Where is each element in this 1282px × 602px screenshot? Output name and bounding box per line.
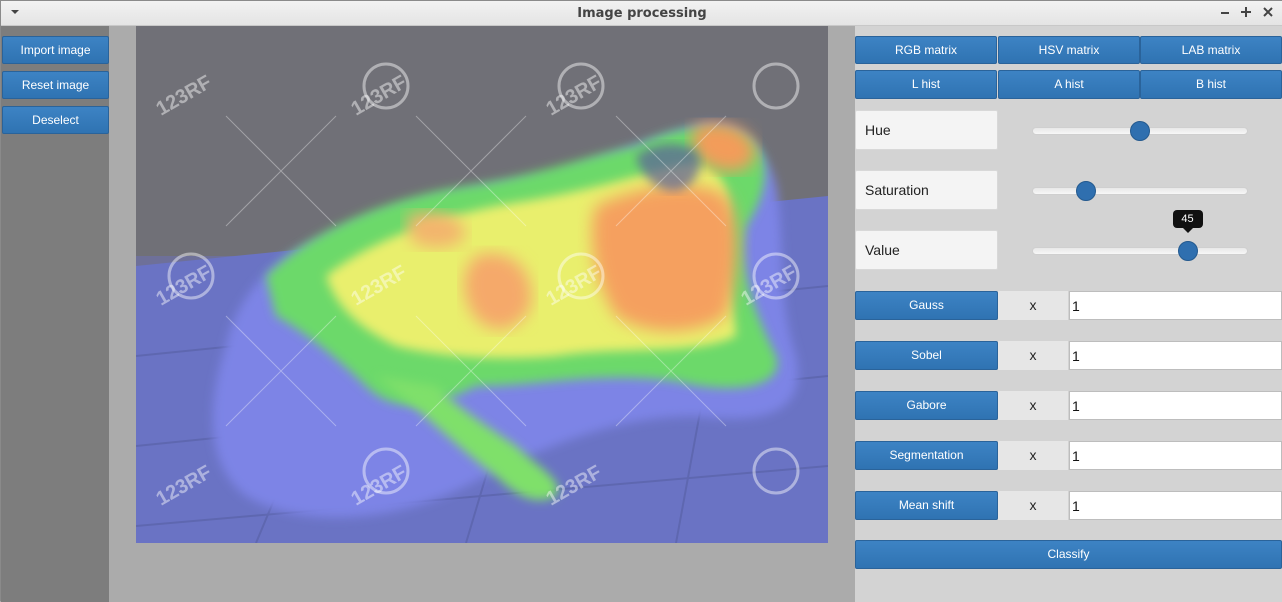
deselect-button[interactable]: Deselect — [2, 106, 109, 134]
processed-image: 123RF 123RF 123RF 123RF 123RF 123RF 123R… — [136, 26, 828, 543]
value-slider-tooltip: 45 — [1172, 210, 1203, 233]
hue-slider-knob[interactable] — [1130, 121, 1150, 141]
segmentation-value-input[interactable] — [1069, 441, 1282, 470]
sobel-button[interactable]: Sobel — [855, 341, 998, 370]
saturation-slider[interactable] — [1032, 187, 1248, 195]
l-hist-button[interactable]: L hist — [855, 70, 997, 99]
reset-image-button[interactable]: Reset image — [2, 71, 109, 99]
gabore-value-input[interactable] — [1069, 391, 1282, 420]
value-label: Value — [855, 230, 998, 270]
saturation-slider-knob[interactable] — [1076, 181, 1096, 201]
sobel-x-label: x — [998, 341, 1068, 370]
gauss-value-input[interactable] — [1069, 291, 1282, 320]
window-title: Image processing — [577, 6, 707, 21]
hue-label: Hue — [855, 110, 998, 150]
hsv-matrix-button[interactable]: HSV matrix — [998, 36, 1140, 64]
gabore-x-label: x — [998, 391, 1068, 420]
gauss-x-label: x — [998, 291, 1068, 320]
lab-matrix-button[interactable]: LAB matrix — [1140, 36, 1282, 64]
mean-shift-value-input[interactable] — [1069, 491, 1282, 520]
title-bar: Image processing — [1, 1, 1282, 26]
import-image-button[interactable]: Import image — [2, 36, 109, 64]
minimize-icon[interactable] — [1217, 5, 1233, 21]
segmentation-button[interactable]: Segmentation — [855, 441, 998, 470]
right-control-panel: RGB matrix HSV matrix LAB matrix L hist … — [855, 26, 1282, 602]
mean-shift-x-label: x — [998, 491, 1068, 520]
gauss-button[interactable]: Gauss — [855, 291, 998, 320]
app-window: Image processing Import image Reset imag… — [0, 0, 1282, 602]
left-toolbar: Import image Reset image Deselect — [1, 26, 109, 602]
segmentation-x-label: x — [998, 441, 1068, 470]
b-hist-button[interactable]: B hist — [1140, 70, 1282, 99]
gabore-button[interactable]: Gabore — [855, 391, 998, 420]
value-slider[interactable] — [1032, 247, 1248, 255]
mean-shift-button[interactable]: Mean shift — [855, 491, 998, 520]
value-slider-knob[interactable] — [1177, 241, 1198, 261]
close-icon[interactable] — [1260, 5, 1276, 21]
rgb-matrix-button[interactable]: RGB matrix — [855, 36, 997, 64]
maximize-icon[interactable] — [1238, 5, 1254, 21]
a-hist-button[interactable]: A hist — [998, 70, 1140, 99]
sobel-value-input[interactable] — [1069, 341, 1282, 370]
image-view[interactable]: 123RF 123RF 123RF 123RF 123RF 123RF 123R… — [136, 26, 828, 543]
classify-button[interactable]: Classify — [855, 540, 1282, 569]
saturation-label: Saturation — [855, 170, 998, 210]
